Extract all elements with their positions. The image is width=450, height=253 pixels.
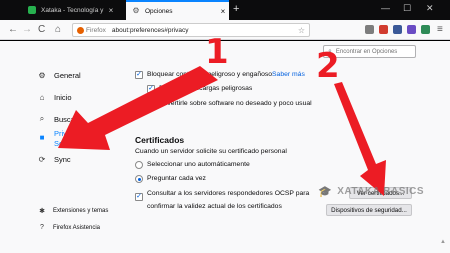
xataka-basics-watermark: 🎓 XATAKA BASICS [318,185,424,198]
annotation-number-1: 1 [205,32,229,72]
watermark-text: XATAKA BASICS [337,186,425,197]
red-arrow-1-icon [58,66,218,150]
red-arrow-2-icon [334,82,386,196]
graduation-cap-icon: 🎓 [318,186,333,198]
annotation-number-2: 2 [316,46,340,86]
